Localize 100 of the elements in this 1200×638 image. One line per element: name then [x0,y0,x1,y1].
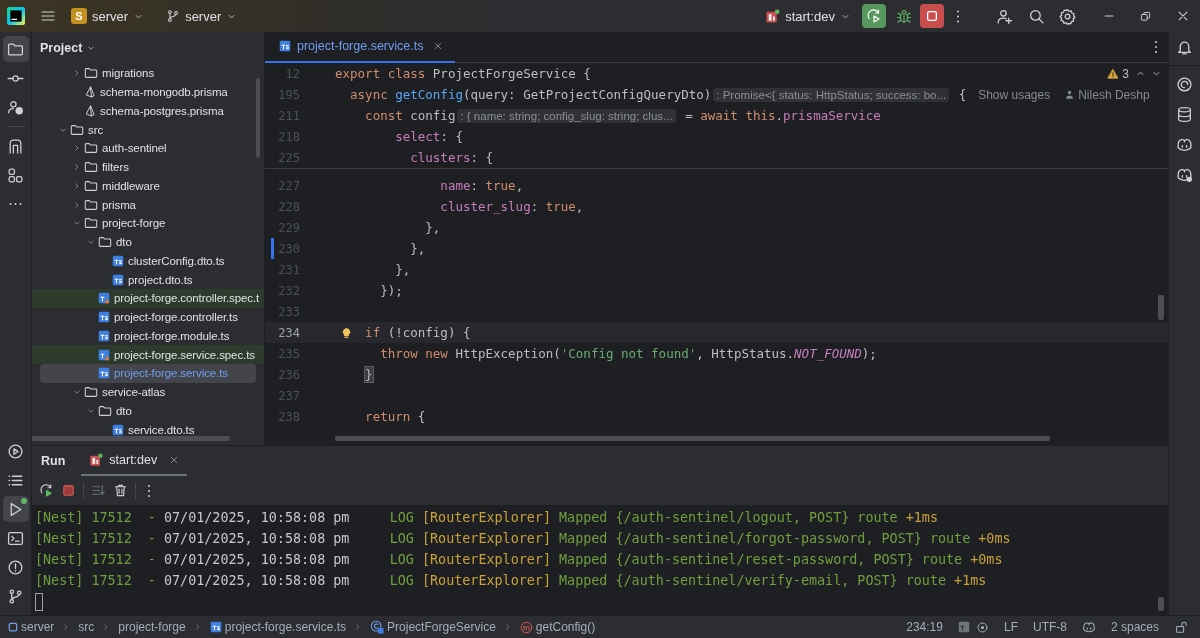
folder-icon [98,403,112,418]
scrollbar[interactable] [1158,295,1164,320]
file-encoding[interactable]: UTF-8 [1032,620,1067,634]
tree-row[interactable]: project-forge.service.ts [40,364,256,383]
tree-row[interactable]: auth-sentinel [32,139,256,158]
tree-row[interactable]: service-atlas [32,382,256,402]
run-tab[interactable]: start:dev [81,446,188,476]
tree-row[interactable]: schema-mongodb.prisma [32,82,256,102]
show-usages-link[interactable]: Show usages [978,87,1051,102]
indent-setting[interactable]: 2 spaces [1110,620,1159,634]
panel-title[interactable]: Project [40,41,97,55]
project-badge: S [71,8,87,24]
branch-selector[interactable]: server [161,5,243,27]
scrollbar[interactable] [256,78,260,158]
tree-row[interactable]: src [32,120,256,139]
add-user-icon[interactable] [996,7,1013,25]
code-text: export class ProjectForgeService { [335,66,591,81]
console-line: [Nest] 17512 - 07/01/2025, 10:58:08 pm LOG [RouterExplorer] Mapped {/auth-sentinel/forgot-password, POST} route +0ms [35,530,1012,548]
tree-row[interactable]: service.dto.ts [32,420,256,439]
restore-icon[interactable] [1139,9,1152,23]
close-icon[interactable] [433,41,444,51]
code-text: if (!config) { [365,325,471,340]
tree-row[interactable]: dto [32,232,256,252]
tool-window-button[interactable] [2,496,29,522]
typescript-file-icon [112,254,124,267]
tree-row[interactable]: migrations [32,64,256,83]
code-text: async getConfig(query: GetProjectConfigQueryDto) [350,87,712,102]
search-icon[interactable] [1028,7,1045,25]
tree-row[interactable]: middleware [32,176,256,196]
stop-icon [925,9,939,23]
code-text: }); [380,283,403,298]
stop-button[interactable] [920,4,944,28]
terminal-icon [7,529,24,547]
tree-row[interactable]: prisma [32,195,256,214]
tree-row[interactable]: project-forge.module.ts [32,326,256,346]
folder-icon [84,178,98,193]
close-icon[interactable] [1176,9,1190,23]
breadcrumb[interactable]: src [78,620,95,634]
typescript-file-icon [279,40,291,52]
bulb-icon[interactable] [340,326,353,339]
database-icon[interactable] [1176,106,1193,123]
folder-icon [84,385,98,400]
people-icon [7,98,24,116]
typescript-file-icon [98,329,110,342]
line-number: 234 [277,325,300,340]
run-config-icon [89,453,104,467]
copilot-icon[interactable] [1176,136,1193,153]
tree-row[interactable]: project-forge.service.spec.ts [32,345,264,364]
file-name: project-forge.service.spec.ts [114,348,255,361]
file-name: project-forge.service.ts [114,367,228,380]
scrollbar[interactable] [32,436,230,441]
bug-icon[interactable] [896,8,912,24]
tree-row[interactable]: project.dto.ts [32,270,256,289]
editor-tab[interactable]: project-forge.service.ts [265,32,456,63]
rerun-button[interactable] [862,4,886,28]
typescript-icon[interactable] [957,620,970,633]
file-name: clusterConfig.dto.ts [128,254,225,267]
notifications-icon[interactable] [1176,39,1193,56]
code-text: }, [395,262,411,277]
rerun-icon[interactable] [39,483,54,498]
text-cursor[interactable] [35,593,43,611]
ai-assistant-icon[interactable] [1176,76,1193,93]
typescript-file-icon [98,311,110,324]
tree-row[interactable]: project-forge.controller.ts [32,307,256,327]
warning-count[interactable]: 3 [1122,66,1129,81]
breadcrumb[interactable]: project-forge [118,620,186,634]
test-file-icon [98,292,110,305]
author-name[interactable]: Nilesh Deshp [1078,87,1150,102]
run-config-selector[interactable]: start:dev [760,5,856,27]
project-selector[interactable]: S server [66,5,150,27]
tree-row[interactable]: schema-postgres.prisma [32,101,256,121]
tree-row[interactable]: dto [32,401,256,421]
prettier-icon[interactable] [975,620,989,634]
settings-icon[interactable] [1059,7,1076,25]
breadcrumb[interactable]: project-forge.service.ts [209,620,347,634]
tool-window-button[interactable] [2,36,29,62]
caret-position[interactable]: 234:19 [906,620,943,634]
breadcrumb[interactable]: ProjectForgeService [370,620,496,634]
lock-icon[interactable] [1174,620,1188,634]
tree-row[interactable]: filters [32,157,256,177]
stop-icon[interactable] [61,483,76,498]
file-name: service.dto.ts [128,423,195,436]
tree-row[interactable]: project-forge [32,214,256,233]
scrollbar[interactable] [335,436,1050,441]
menu-icon[interactable] [40,8,56,24]
delete-icon[interactable] [113,483,128,498]
tree-row[interactable]: clusterConfig.dto.ts [32,251,256,271]
copilot-icon[interactable] [1081,620,1096,634]
breadcrumb[interactable]: server [8,620,55,634]
close-icon[interactable] [169,455,180,465]
module-icon [8,622,18,632]
folder-name: middleware [102,179,160,192]
copilot-chat-icon[interactable] [1176,166,1193,183]
folder-name: filters [102,161,129,174]
tree-row[interactable]: project-forge.controller.spec.t [32,289,264,308]
scrollbar[interactable] [1158,597,1164,611]
file-name: schema-postgres.prisma [100,104,224,117]
typescript-file-icon [98,367,110,380]
breadcrumb[interactable]: getConfig() [519,620,596,634]
line-separator[interactable]: LF [1003,620,1018,634]
